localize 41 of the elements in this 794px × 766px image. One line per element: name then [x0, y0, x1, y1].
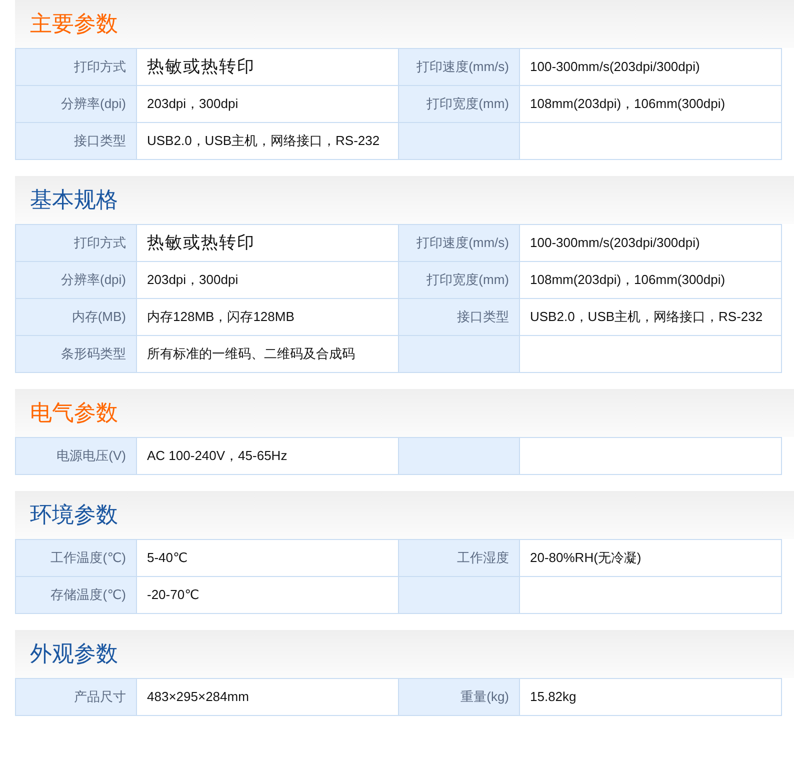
section-title: 外观参数 — [30, 640, 118, 668]
spec-label: 分辨率(dpi) — [16, 86, 136, 122]
spec-value: USB2.0，USB主机，网络接口，RS-232 — [520, 298, 782, 336]
spec-label: 工作湿度 — [398, 540, 520, 576]
spec-label: 存储温度(℃) — [16, 576, 136, 614]
spec-label: 条形码类型 — [16, 336, 136, 372]
spec-value: 20-80%RH(无冷凝) — [520, 540, 782, 576]
spec-label: 电源电压(V) — [16, 438, 136, 474]
spec-value: 5-40℃ — [136, 540, 398, 576]
spec-label: 内存(MB) — [16, 298, 136, 336]
spec-value: 483×295×284mm — [136, 678, 398, 716]
spec-value: 100-300mm/s(203dpi/300dpi) — [520, 224, 782, 262]
spec-value: AC 100-240V，45-65Hz — [136, 438, 398, 474]
spec-value: 108mm(203dpi)，106mm(300dpi) — [520, 86, 782, 122]
spec-label: 分辨率(dpi) — [16, 262, 136, 298]
spec-value: 15.82kg — [520, 678, 782, 716]
spec-value: 108mm(203dpi)，106mm(300dpi) — [520, 262, 782, 298]
spec-value: 203dpi，300dpi — [136, 86, 398, 122]
spec-label: 打印速度(mm/s) — [398, 48, 520, 86]
spec-label: 打印方式 — [16, 48, 136, 86]
spec-label: 打印宽度(mm) — [398, 86, 520, 122]
spec-label: 打印速度(mm/s) — [398, 224, 520, 262]
spec-label: 工作温度(℃) — [16, 540, 136, 576]
spec-label: 接口类型 — [398, 298, 520, 336]
spec-value: 所有标准的一维码、二维码及合成码 — [136, 336, 398, 372]
spec-value: 100-300mm/s(203dpi/300dpi) — [520, 48, 782, 86]
spec-label: 重量(kg) — [398, 678, 520, 716]
spec-label: 打印宽度(mm) — [398, 262, 520, 298]
spec-value: USB2.0，USB主机，网络接口，RS-232 — [136, 122, 398, 160]
section-title: 电气参数 — [30, 400, 118, 426]
spec-label: 接口类型 — [16, 122, 136, 160]
spec-value: 203dpi，300dpi — [136, 262, 398, 298]
spec-label: 打印方式 — [16, 224, 136, 262]
section-title: 基本规格 — [30, 186, 118, 214]
spec-value: 热敏或热转印 — [136, 48, 398, 86]
section-title: 主要参数 — [30, 10, 118, 38]
spec-value: 热敏或热转印 — [136, 224, 398, 262]
spec-value: -20-70℃ — [136, 576, 398, 614]
section-title: 环境参数 — [30, 502, 118, 528]
spec-value: 内存128MB，闪存128MB — [136, 298, 398, 336]
spec-label: 产品尺寸 — [16, 678, 136, 716]
